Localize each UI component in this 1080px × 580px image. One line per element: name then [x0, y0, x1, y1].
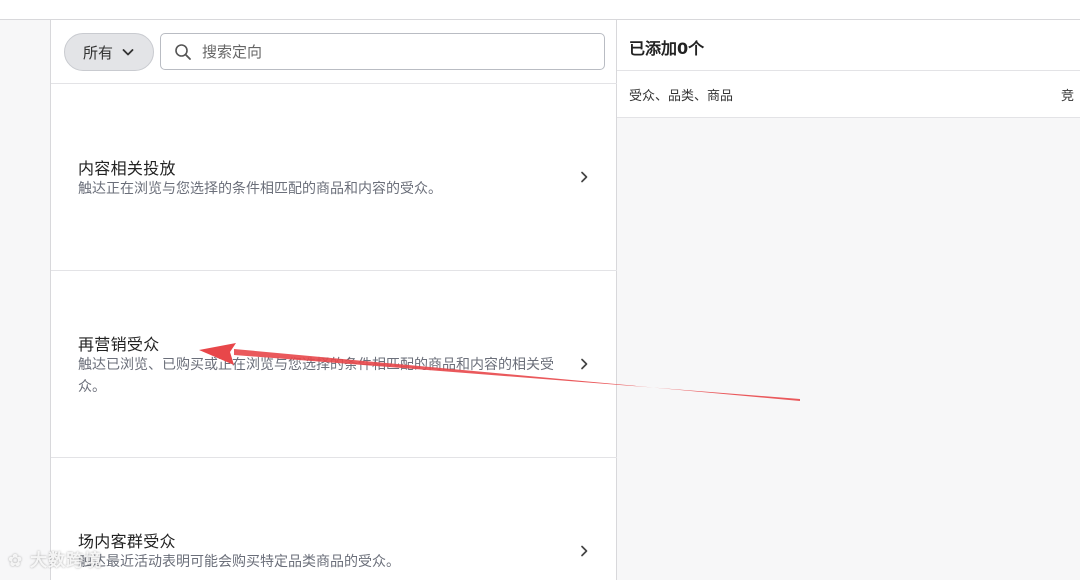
- search-input[interactable]: [202, 42, 592, 61]
- column-header-bid: 竞: [1061, 89, 1075, 104]
- added-header: 已添加0个: [617, 20, 1080, 71]
- chevron-down-icon: [122, 49, 134, 56]
- targeting-list-panel: 所有 内容相关投放 触达正在浏览与您选择的条件相匹配的商品和内容的受众。 再营销…: [50, 20, 617, 580]
- watermark-icon: ✿: [8, 551, 24, 571]
- chevron-right-icon: [581, 358, 588, 370]
- top-bar: [0, 0, 1080, 20]
- item-description: 触达最近活动表明可能会购买特定品类商品的受众。: [78, 554, 400, 570]
- item-description: 触达正在浏览与您选择的条件相匹配的商品和内容的受众。: [78, 181, 442, 197]
- list-item-in-market[interactable]: 场内客群受众 触达最近活动表明可能会购买特定品类商品的受众。: [51, 458, 617, 580]
- added-targets-panel: 已添加0个 受众、品类、商品 竞: [617, 20, 1080, 580]
- watermark-text: 大数跨境: [30, 551, 103, 571]
- filter-dropdown[interactable]: 所有: [64, 33, 154, 71]
- chevron-right-icon: [581, 171, 588, 183]
- list-item-contextual[interactable]: 内容相关投放 触达正在浏览与您选择的条件相匹配的商品和内容的受众。: [51, 84, 617, 271]
- search-icon: [175, 43, 191, 60]
- chevron-right-icon: [581, 545, 588, 557]
- item-title: 内容相关投放: [78, 159, 176, 178]
- added-columns-header: 受众、品类、商品 竞: [617, 71, 1080, 118]
- filter-label: 所有: [82, 43, 113, 62]
- item-title: 再营销受众: [78, 335, 160, 354]
- list-item-remarketing[interactable]: 再营销受众 触达已浏览、已购买或正在浏览与您选择的条件相匹配的商品和内容的相关受…: [51, 271, 617, 458]
- item-description: 触达已浏览、已购买或正在浏览与您选择的条件相匹配的商品和内容的相关受众。: [78, 357, 554, 395]
- column-header-targets: 受众、品类、商品: [629, 89, 734, 104]
- watermark-logo: ✿ 大数跨境: [8, 546, 102, 571]
- added-count-title: 已添加0个: [629, 39, 705, 58]
- search-box[interactable]: [160, 33, 605, 70]
- search-row: 所有: [51, 20, 617, 84]
